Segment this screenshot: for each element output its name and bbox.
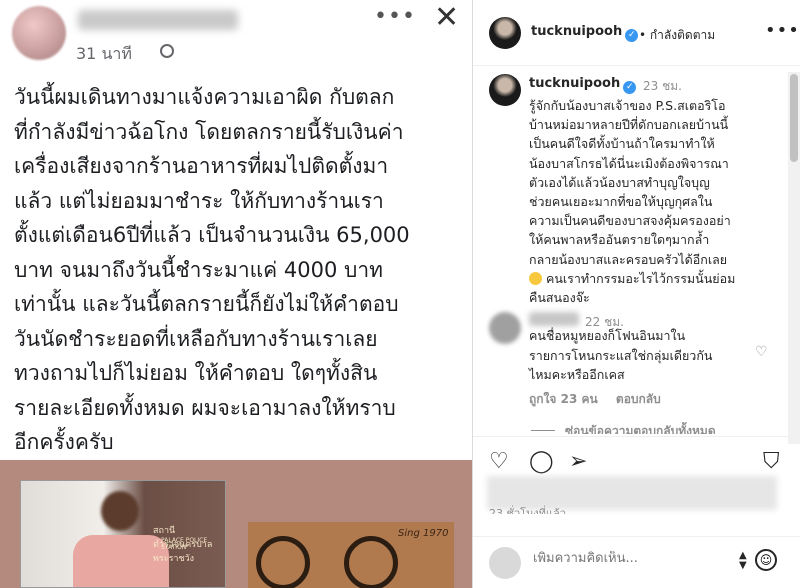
caption-line: ตัวเองได้แล้วน้องบาสทำบุญใจบุญ (529, 174, 710, 190)
caption-line: ความเป็นคนดีของบาสจงคุ้มครองอย่า (529, 213, 731, 229)
sort-arrows-icon[interactable]: ▲ ▼ (739, 551, 747, 571)
ig-header: tucknuipooh ✓ • กำลังติดตาม ••• (473, 0, 800, 66)
shop-logo: Sing 1970 (398, 528, 449, 539)
post-text: วันนี้ผมเดินทางมาแจ้งความเอาผิด กับตลก ท… (14, 80, 464, 460)
caption-text: รู้จักกับน้องบาสเจ้าของ P.S.สเตอริโอ บ้า… (529, 96, 785, 307)
caption-line: ช่วยคนเยอะมากที่ขอให้บุญกุศลใน (529, 194, 713, 210)
ig-avatar[interactable] (489, 17, 521, 49)
replies-divider (531, 430, 555, 431)
heart-icon[interactable]: ♡ (489, 449, 509, 474)
post-text-line: อีกครั้งครับ (14, 430, 114, 454)
post-text-line: แล้ว แต่ไม่ยอมมาชำระ ให้กับทางร้านเรา (14, 188, 384, 213)
commenter-name-blurred[interactable] (529, 312, 579, 326)
comments-scrollbar[interactable] (788, 72, 800, 444)
share-icon[interactable]: ➢ (569, 449, 587, 474)
post-text-line: บาท จนมาถึงวันนี้ชำระมาแค่ 4000 บาท (14, 257, 383, 282)
post-text-line: ที่กำลังมีข่าวฉ้อโกง โดยตลกรายนี้รับเงิน… (14, 119, 404, 144)
post-images: สถานีตำรวจนครบาลพระราชวัง PALACE POLICE … (0, 460, 472, 588)
globe-icon (160, 44, 174, 58)
reply-button[interactable]: ตอบกลับ (616, 392, 661, 406)
caption-time: 23 ชม. (643, 79, 682, 93)
ig-header-username-text[interactable]: tucknuipooh (531, 24, 622, 39)
verified-icon: ✓ (623, 81, 637, 94)
close-icon[interactable]: ✕ (434, 0, 459, 35)
post-age: 23 ชั่วโมงที่แล้ว (489, 507, 566, 514)
comment-line: ไหมคะหรืออีกเคส (529, 367, 625, 382)
user-avatar (489, 547, 521, 579)
motorcycle-wheel (256, 536, 310, 588)
caption-line: คนเราทำกรรมอะไรไว้กรรมนั้นย่อม (529, 269, 785, 288)
verified-icon: ✓ (625, 29, 639, 42)
scrollbar-thumb[interactable] (790, 74, 798, 162)
post-header: 31 นาที ••• ✕ (0, 0, 472, 70)
emoji-picker-icon[interactable]: ☺ (755, 549, 777, 571)
post-photo-police-station[interactable]: สถานีตำรวจนครบาลพระราชวัง PALACE POLICE … (20, 480, 226, 588)
caption-line: เป็นคนดีใจดีทั้งบ้านถ้าใครมาทำให้ (529, 136, 715, 152)
post-text-line: รายละเอียดทั้งหมด ผมจะเอามาลงให้ทราบ (14, 395, 396, 420)
bookmark-icon[interactable]: ⛉ (763, 449, 780, 474)
ig-header-username[interactable]: tucknuipooh ✓ (531, 24, 639, 42)
caption-line: น้องบาสโกรธได้นี่นะเมิงต้องพิจารณา (529, 155, 729, 171)
post-text-line: วันนัดชำระยอดที่เหลือกับทางร้านเราเลย (14, 326, 378, 351)
post-text-line: เท่านั้น และวันนี้ตลกรายนี้ก็ยังไม่ให้คำ… (14, 292, 399, 316)
photo-person (73, 491, 169, 587)
caption-line: ให้คนพาลหรืออันตรายใดๆมากล้ำ (529, 232, 710, 248)
smile-emoji-icon (529, 271, 542, 285)
post-photo-motorcycle-logo[interactable]: Sing 1970 (248, 522, 454, 588)
motorcycle-wheel (344, 536, 398, 588)
caption-line: กลายน้องบาสและครอบครัวได้อีกเลย (529, 251, 728, 267)
caption-username-text[interactable]: tucknuipooh (529, 76, 620, 91)
instagram-post-panel: tucknuipooh ✓ • กำลังติดตาม ••• tucknuipo… (472, 0, 800, 588)
add-comment-input[interactable] (533, 551, 733, 566)
facebook-post-panel: 31 นาที ••• ✕ วันนี้ผมเดินทางมาแจ้งความเ… (0, 0, 472, 588)
comment-like-count[interactable]: ถูกใจ 23 คน (529, 392, 598, 406)
post-time[interactable]: 31 นาที (76, 42, 132, 67)
more-options-icon[interactable]: ••• (374, 4, 416, 29)
author-avatar[interactable] (12, 6, 66, 60)
post-text-line: วันนี้ผมเดินทางมาแจ้งความเอาผิด กับตลก (14, 85, 395, 109)
author-name-blurred[interactable] (78, 10, 238, 30)
police-station-sign-en: PALACE POLICE STATION (161, 537, 208, 551)
caption-line-text: คนเราทำกรรมอะไรไว้กรรมนั้นย่อม (545, 270, 736, 286)
more-options-icon[interactable]: ••• (765, 20, 800, 41)
comment-line: คนชื่อหมูหยองก็โฟนอินมาใน (529, 328, 686, 343)
comment-icon[interactable]: ◯ (529, 449, 554, 474)
add-comment-bar: ▲▼ ☺ (473, 536, 800, 588)
person-head-blurred (101, 491, 139, 531)
comment-line: รายการโหนกระแสใช่กลุ่มเดียวกัน (529, 347, 713, 363)
hide-replies-link[interactable]: ซ่อนข้อความตอบกลับทั้งหมด (531, 422, 716, 434)
commenter-avatar-blurred[interactable] (489, 312, 521, 344)
caption-username[interactable]: tucknuipooh ✓ (529, 76, 637, 94)
comment-text: คนชื่อหมูหยองก็โฟนอินมาใน รายการโหนกระแส… (529, 326, 712, 385)
hide-replies-label[interactable]: ซ่อนข้อความตอบกลับทั้งหมด (565, 424, 716, 434)
caption-avatar[interactable] (489, 74, 521, 106)
caption-line: รู้จักกับน้องบาสเจ้าของ P.S.สเตอริโอ (529, 98, 726, 113)
post-text-line: ทวงถามไปก็ไม่ยอม ให้คำตอบ ใดๆทั้งสิน (14, 361, 378, 385)
comment-like-heart-icon[interactable]: ♡ (755, 344, 768, 360)
post-text-line: ตั้งแต่เดือน6ปีที่แล้ว เป็นจำนวนเงิน 65,… (14, 223, 410, 247)
post-text-line: เครื่องเสียงจากร้านอาหารที่ผมไปติดตั้งมา (14, 154, 389, 178)
caption-line: คืนสนองจ๊ะ (529, 290, 590, 306)
following-label[interactable]: • กำลังติดตาม (639, 26, 715, 45)
comment-meta: ถูกใจ 23 คน ตอบกลับ (529, 390, 675, 409)
caption-line: บ้านหม่อมาหลายปีที่ดักบอกเลยบ้านนี้ (529, 117, 729, 133)
